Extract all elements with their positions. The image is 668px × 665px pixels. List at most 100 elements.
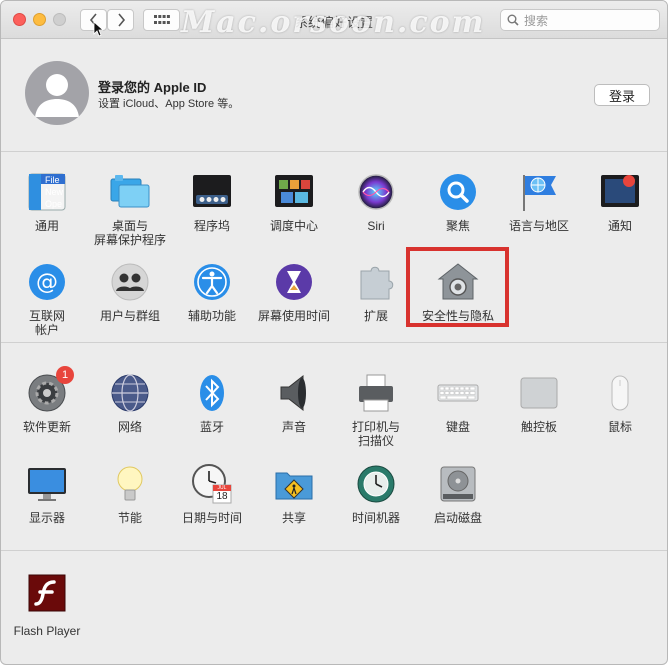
pref-label: 聚焦	[445, 219, 470, 233]
pref-label: 调度中心	[269, 219, 318, 233]
pref-label: Flash Player	[13, 624, 81, 638]
sound-icon	[273, 372, 315, 414]
dock-icon	[191, 171, 233, 213]
accessibility-icon	[191, 261, 233, 303]
pref-label: 蓝牙	[199, 420, 224, 434]
update-badge: 1	[56, 366, 74, 384]
personal-preferences-section: File New Ope 通用 桌面与 屏幕保护程序 程序坞 调度中心 Siri…	[1, 153, 667, 343]
spotlight-icon	[437, 171, 479, 213]
pref-printers-scanners[interactable]: 打印机与 扫描仪	[335, 372, 417, 448]
mission-control-icon	[273, 171, 315, 213]
pref-sharing[interactable]: 共享	[253, 463, 335, 525]
pref-mission-control[interactable]: 调度中心	[253, 171, 335, 233]
pref-label: 时间机器	[351, 511, 400, 525]
pref-label: 鼠标	[607, 420, 632, 434]
pref-startup-disk[interactable]: 启动磁盘	[417, 463, 499, 525]
pref-users-groups[interactable]: 用户与群组	[89, 261, 171, 323]
internet-accounts-icon: @	[26, 261, 68, 303]
pref-label: 程序坞	[193, 219, 230, 233]
keyboard-icon	[437, 372, 479, 414]
pref-label: 日期与时间	[181, 511, 242, 525]
calendar-day: 18	[216, 491, 228, 502]
pref-network[interactable]: 网络	[89, 372, 171, 434]
pref-flash-player[interactable]: Flash Player	[6, 572, 88, 638]
svg-text:@: @	[36, 270, 58, 295]
trackpad-icon	[518, 372, 560, 414]
pref-label: 共享	[281, 511, 306, 525]
network-icon	[109, 372, 151, 414]
pref-label: 触控板	[520, 420, 557, 434]
extensions-icon	[355, 261, 397, 303]
pref-label: 扩展	[363, 309, 388, 323]
printers-scanners-icon	[355, 372, 397, 414]
pref-desktop-screensaver[interactable]: 桌面与 屏幕保护程序	[89, 171, 171, 247]
pref-label: 网络	[117, 420, 142, 434]
pref-keyboard[interactable]: 键盘	[417, 372, 499, 434]
pref-label: 软件更新	[22, 420, 71, 434]
avatar[interactable]	[25, 61, 89, 125]
bluetooth-icon	[191, 372, 233, 414]
hardware-preferences-section: 1 软件更新 网络 蓝牙 声音 打印机与 扫描仪 键盘 触控板 鼠标 显示器 节…	[1, 344, 667, 551]
software-update-icon: 1	[26, 366, 74, 414]
date-time-icon: JUL 18	[191, 463, 233, 505]
pref-notifications[interactable]: 通知	[579, 171, 661, 233]
pref-sound[interactable]: 声音	[253, 372, 335, 434]
general-icon: File New Ope	[26, 171, 68, 213]
pref-label: 互联网 帐户	[28, 309, 65, 337]
siri-icon	[355, 171, 397, 213]
pref-label: 节能	[117, 511, 142, 525]
pref-energy-saver[interactable]: 节能	[89, 463, 171, 525]
pref-internet-accounts[interactable]: @ 互联网 帐户	[6, 261, 88, 337]
highlight-box	[406, 247, 509, 327]
pref-bluetooth[interactable]: 蓝牙	[171, 372, 253, 434]
login-button[interactable]: 登录	[594, 84, 650, 106]
pref-screen-time[interactable]: 屏幕使用时间	[253, 261, 335, 323]
pref-label: 辅助功能	[187, 309, 236, 323]
pref-label: 启动磁盘	[433, 511, 482, 525]
pref-general[interactable]: File New Ope 通用	[6, 171, 88, 233]
energy-saver-icon	[109, 463, 151, 505]
pref-displays[interactable]: 显示器	[6, 463, 88, 525]
sharing-icon	[273, 463, 315, 505]
pref-label: 桌面与 屏幕保护程序	[93, 219, 166, 247]
language-region-icon	[518, 171, 560, 213]
apple-id-subtitle: 设置 iCloud、App Store 等。	[98, 98, 240, 110]
pref-software-update[interactable]: 1 软件更新	[6, 366, 88, 434]
screen-time-icon	[273, 261, 315, 303]
pref-time-machine[interactable]: 时间机器	[335, 463, 417, 525]
pref-spotlight[interactable]: 聚焦	[417, 171, 499, 233]
time-machine-icon	[355, 463, 397, 505]
pref-label: 语言与地区	[508, 219, 569, 233]
title-bar: 系统偏好设置 Mac.orsoon.com 搜索	[1, 1, 667, 40]
pref-label: 声音	[281, 420, 306, 434]
mouse-icon	[599, 372, 641, 414]
pref-label: 显示器	[28, 511, 65, 525]
startup-disk-icon	[437, 463, 479, 505]
apple-id-section: 登录您的 Apple ID 设置 iCloud、App Store 等。 登录	[1, 40, 667, 152]
pref-extensions[interactable]: 扩展	[335, 261, 417, 323]
pref-accessibility[interactable]: 辅助功能	[171, 261, 253, 323]
user-silhouette-icon	[35, 74, 79, 117]
search-placeholder: 搜索	[524, 13, 549, 28]
desktop-screensaver-icon	[109, 171, 151, 213]
search-icon	[507, 14, 519, 26]
watermark: Mac.orsoon.com	[181, 5, 486, 40]
pref-dock[interactable]: 程序坞	[171, 171, 253, 233]
pref-label: Siri	[367, 219, 385, 233]
pref-label: 通用	[34, 219, 59, 233]
system-preferences-window: 系统偏好设置 Mac.orsoon.com 搜索 登录您的 Apple ID 设…	[0, 0, 668, 665]
pref-trackpad[interactable]: 触控板	[498, 372, 580, 434]
pref-date-time[interactable]: JUL 18 日期与时间	[171, 463, 253, 525]
pref-label: 键盘	[445, 420, 470, 434]
notifications-icon	[599, 171, 641, 213]
pref-label: 屏幕使用时间	[257, 309, 330, 323]
general-icon-text: File New Ope	[45, 175, 64, 209]
pref-label: 通知	[607, 219, 632, 233]
search-field[interactable]: 搜索	[500, 9, 660, 31]
flash-player-icon	[26, 572, 68, 614]
pref-siri[interactable]: Siri	[335, 171, 417, 233]
pref-mouse[interactable]: 鼠标	[579, 372, 661, 434]
pref-label: 打印机与 扫描仪	[351, 420, 400, 448]
users-groups-icon	[109, 261, 151, 303]
pref-language-region[interactable]: 语言与地区	[498, 171, 580, 233]
